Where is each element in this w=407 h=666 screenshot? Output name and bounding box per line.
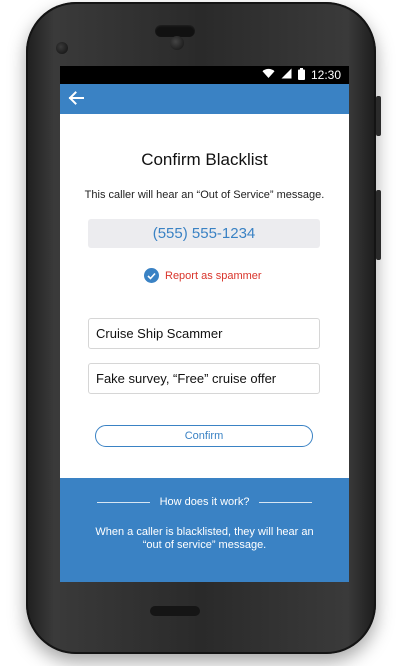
caller-note-input[interactable]: Fake survey, “Free” cruise offer [88,363,320,394]
phone-number-display: (555) 555-1234 [88,219,320,248]
bottom-speaker [150,606,200,616]
info-body: When a caller is blacklisted, they will … [95,526,314,551]
divider-left [96,501,150,503]
status-time: 12:30 [310,68,341,82]
info-heading: How does it work? [159,496,250,508]
app-bar [60,84,349,114]
checkmark-icon[interactable] [144,268,159,283]
info-heading-row: How does it work? [60,496,349,508]
power-button [376,96,381,136]
divider-right [259,501,313,503]
status-bar: 12:30 [60,66,349,84]
confirm-button[interactable]: Confirm [95,425,313,447]
volume-button [376,190,381,260]
report-spam-label: Report as spammer [165,269,262,282]
battery-icon [297,67,305,83]
info-panel: How does it work? When a caller is black… [60,478,349,582]
caller-name-input[interactable]: Cruise Ship Scammer [88,318,320,349]
main-content: Confirm Blacklist This caller will hear … [60,114,349,478]
screen: 12:30 Confirm Blacklist This caller will… [60,66,349,582]
wifi-icon [262,68,275,82]
front-camera [56,42,68,54]
page-subtitle: This caller will hear an “Out of Service… [84,189,325,201]
page-title: Confirm Blacklist [141,150,268,169]
back-arrow-icon[interactable] [68,90,84,108]
proximity-sensor [170,36,184,50]
signal-icon [281,68,292,82]
report-spam-checkbox[interactable]: Report as spammer [144,268,262,283]
